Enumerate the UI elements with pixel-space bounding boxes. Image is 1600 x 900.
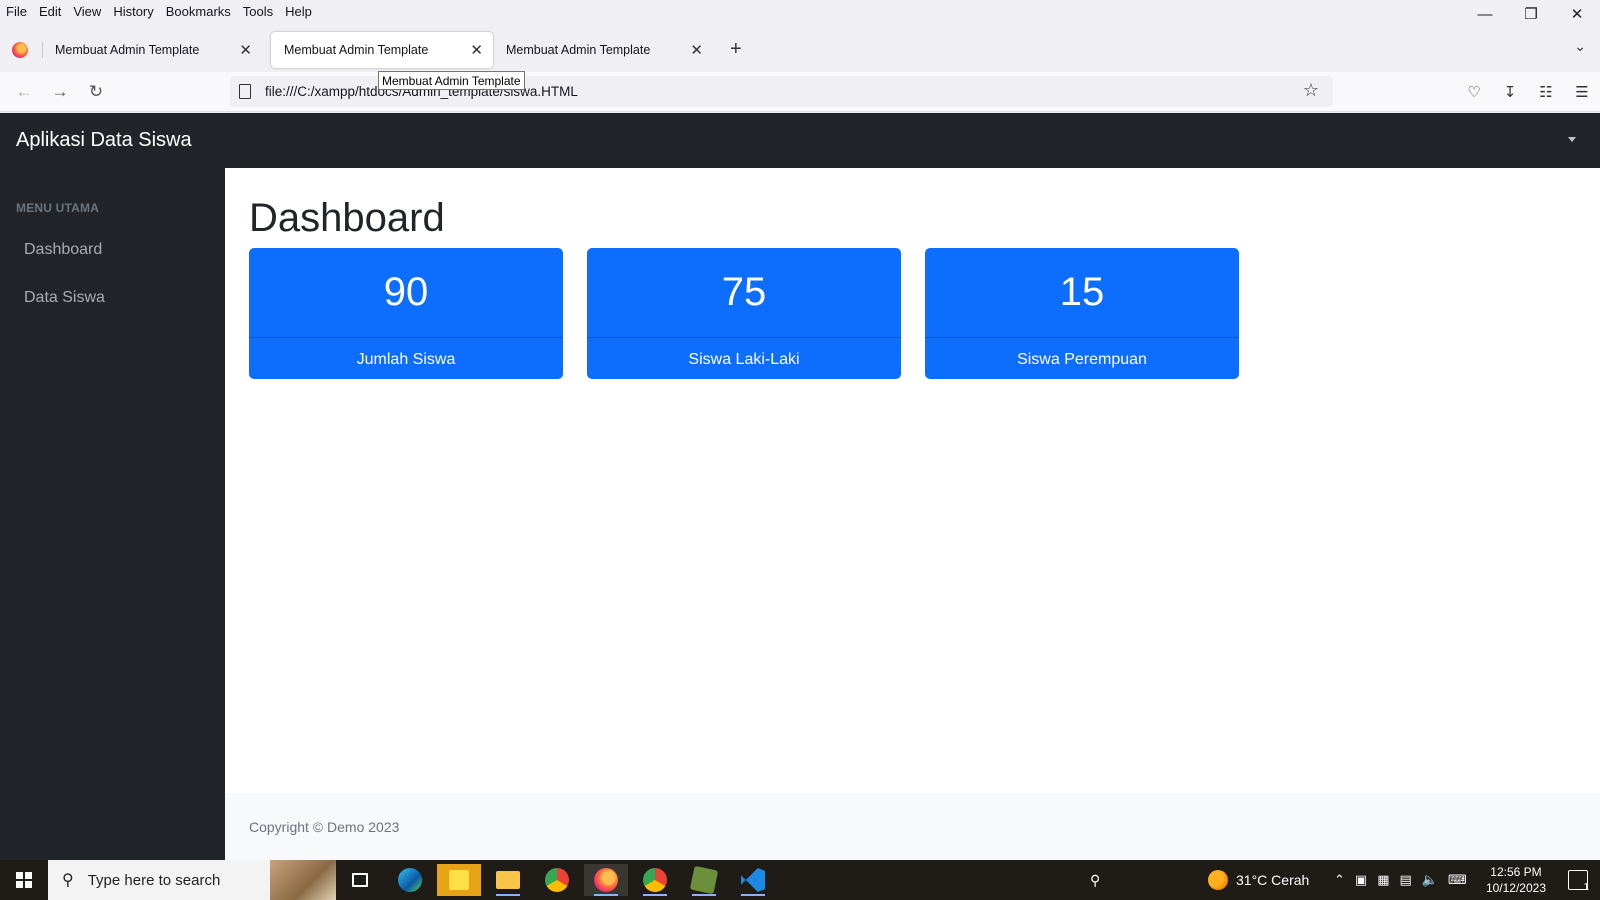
page-footer: Copyright © Demo 2023 <box>225 793 1600 860</box>
navigation-toolbar: ← → ↻ file:///C:/xampp/htdocs/Admin_temp… <box>0 72 1600 112</box>
chrome-icon[interactable] <box>535 864 579 896</box>
stat-label: Jumlah Siswa <box>356 351 456 368</box>
back-icon[interactable]: ← <box>12 80 36 104</box>
new-tab-icon[interactable]: + <box>730 38 742 61</box>
download-icon[interactable]: ↧ <box>1492 80 1528 104</box>
weather-icon <box>1208 870 1228 890</box>
stat-value: 15 <box>1059 270 1105 314</box>
page-title: Dashboard <box>249 196 445 240</box>
app-brand[interactable]: Aplikasi Data Siswa <box>16 129 192 152</box>
tab-list-chevron-icon[interactable]: ⌄ <box>1574 38 1586 55</box>
menu-edit[interactable]: Edit <box>39 4 61 19</box>
stat-card-jumlah-siswa: 90 Jumlah Siswa <box>249 248 563 379</box>
sidebar-heading: MENU UTAMA <box>16 201 100 215</box>
close-window-icon[interactable]: ✕ <box>1554 0 1600 28</box>
menu-bar: File Edit View History Bookmarks Tools H… <box>0 0 1600 22</box>
web-page: Aplikasi Data Siswa MENU UTAMA Dashboard… <box>0 113 1600 860</box>
close-tab-icon[interactable]: ✕ <box>239 41 252 59</box>
stat-value: 75 <box>721 270 767 314</box>
file-explorer-icon[interactable] <box>486 864 530 896</box>
restore-icon[interactable]: ❐ <box>1508 0 1554 28</box>
hamburger-menu-icon[interactable]: ☰ <box>1564 80 1600 104</box>
card-divider <box>587 337 901 338</box>
search-placeholder: Type here to search <box>87 871 221 889</box>
tab-title: Membuat Admin Template <box>506 43 651 57</box>
copyright-text: Copyright © Demo 2023 <box>249 819 400 835</box>
weather-text: 31°C Cerah <box>1236 872 1310 888</box>
tab-1[interactable]: Membuat Admin Template ✕ <box>42 32 262 68</box>
menu-bookmarks[interactable]: Bookmarks <box>166 4 231 19</box>
sidebar-item-data-siswa[interactable]: Data Siswa <box>24 289 105 307</box>
sticky-notes-icon[interactable] <box>437 864 481 896</box>
sidebar: MENU UTAMA Dashboard Data Siswa <box>0 168 225 860</box>
tab-2[interactable]: Membuat Admin Template ✕ <box>271 32 493 68</box>
stat-card-siswa-perempuan: 15 Siswa Perempuan <box>925 248 1239 379</box>
page-icon <box>239 84 251 99</box>
user-dropdown-caret-icon[interactable] <box>1568 137 1576 142</box>
network-icon[interactable]: ▤ <box>1400 872 1412 888</box>
meet-now-icon[interactable]: ▣ <box>1355 872 1367 888</box>
taskbar-search[interactable]: ⚲ Type here to search <box>48 860 336 900</box>
taskbar: ⚲ Type here to search ⚲ 31°C Cerah ⌃ ▣ ▦… <box>0 860 1600 900</box>
close-tab-icon[interactable]: ✕ <box>470 41 483 59</box>
weather-widget[interactable]: 31°C Cerah <box>1208 860 1309 900</box>
chrome-profile-icon[interactable] <box>633 864 677 896</box>
notification-count: 1 <box>1583 882 1589 893</box>
start-button[interactable] <box>0 860 48 900</box>
firefox-icon <box>12 42 28 58</box>
task-view-icon[interactable] <box>338 864 382 896</box>
card-divider <box>925 337 1239 338</box>
clock-date: 10/12/2023 <box>1485 881 1546 895</box>
menu-tools[interactable]: Tools <box>243 4 273 19</box>
stat-label: Siswa Laki-Laki <box>688 351 800 368</box>
reload-icon[interactable]: ↻ <box>84 80 108 104</box>
tab-title: Membuat Admin Template <box>284 43 429 57</box>
stat-value: 90 <box>383 270 429 314</box>
app-top-navbar: Aplikasi Data Siswa <box>0 113 1600 168</box>
tab-3[interactable]: Membuat Admin Template ✕ <box>493 32 713 68</box>
window-controls: — ❐ ✕ <box>1462 0 1600 28</box>
tab-bar: Membuat Admin Template ✕ Membuat Admin T… <box>0 30 1600 70</box>
show-hidden-icons-chevron-icon[interactable]: ⌃ <box>1334 872 1345 888</box>
menu-history[interactable]: History <box>113 4 153 19</box>
firefox-taskbar-icon[interactable] <box>584 864 628 896</box>
notification-center-icon[interactable]: 1 <box>1568 870 1589 893</box>
clock[interactable]: 12:56 PM 10/12/2023 <box>1486 864 1546 896</box>
menu-file[interactable]: File <box>6 4 27 19</box>
extensions-icon[interactable]: ☷ <box>1528 80 1564 104</box>
forward-icon[interactable]: → <box>48 80 72 104</box>
people-icon[interactable]: ⚲ <box>1090 860 1100 900</box>
search-icon: ⚲ <box>62 872 74 889</box>
sidebar-item-dashboard[interactable]: Dashboard <box>24 241 102 259</box>
toolbar-right: ♡ ↧ ☷ ☰ <box>1456 80 1600 104</box>
edge-icon[interactable] <box>388 864 432 896</box>
main-content: Dashboard 90 Jumlah Siswa 75 Siswa Laki-… <box>225 168 1600 860</box>
card-divider <box>249 337 563 338</box>
stat-label: Siswa Perempuan <box>1017 351 1147 368</box>
tab-title: Membuat Admin Template <box>55 43 200 57</box>
system-tray-icons: ⌃ ▣ ▦ ▤ 🔈 ⌨ <box>1334 860 1467 900</box>
volume-muted-icon[interactable]: 🔈 <box>1422 872 1438 888</box>
keyboard-icon[interactable]: ⌨ <box>1448 872 1467 888</box>
menu-view[interactable]: View <box>73 4 101 19</box>
vscode-icon[interactable] <box>731 864 775 896</box>
xampp-icon[interactable] <box>682 864 726 896</box>
minimize-icon[interactable]: — <box>1462 0 1508 28</box>
clock-time: 12:56 PM <box>1490 865 1542 879</box>
close-tab-icon[interactable]: ✕ <box>690 41 703 59</box>
windows-icon <box>16 872 32 888</box>
security-icon[interactable]: ▦ <box>1377 872 1389 888</box>
menu-help[interactable]: Help <box>285 4 312 19</box>
tab-tooltip: Membuat Admin Template <box>378 71 525 90</box>
pocket-icon[interactable]: ♡ <box>1456 80 1492 104</box>
stat-card-siswa-laki-laki: 75 Siswa Laki-Laki <box>587 248 901 379</box>
search-highlight-image <box>270 860 336 900</box>
bookmark-star-icon[interactable]: ☆ <box>1303 80 1319 101</box>
